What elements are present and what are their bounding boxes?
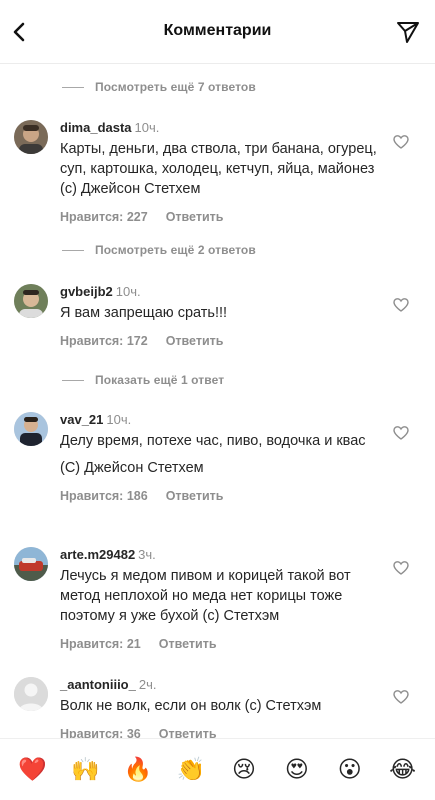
heart-icon[interactable] — [393, 425, 409, 441]
heart-icon[interactable] — [393, 560, 409, 576]
crying-face-emoji-icon[interactable]: 😢 — [224, 757, 264, 783]
timestamp: 10ч. — [115, 284, 141, 299]
fire-emoji-icon[interactable]: 🔥 — [118, 756, 158, 783]
avatar[interactable] — [14, 412, 48, 446]
timestamp: 3ч. — [138, 547, 156, 562]
comment-text: Я вам запрещаю срать!!! — [60, 305, 228, 321]
avatar[interactable] — [14, 547, 48, 581]
reply-button[interactable]: Ответить — [166, 210, 224, 224]
username[interactable]: vav_21 — [60, 412, 103, 427]
view-more-replies[interactable]: Посмотреть ещё 7 ответов — [62, 78, 256, 96]
divider — [62, 379, 84, 381]
username[interactable]: _aantoniiio_ — [60, 677, 136, 692]
avatar[interactable] — [14, 677, 48, 711]
timestamp: 10ч. — [106, 412, 132, 427]
likes-count[interactable]: Нравится: 172 — [60, 334, 148, 348]
avatar[interactable] — [14, 284, 48, 318]
direct-send-icon[interactable] — [395, 19, 421, 45]
emoji-reaction-bar: ❤️ 🙌 🔥 👏 😢 😍 😮 😂 — [0, 738, 435, 800]
page-title: Комментарии — [163, 22, 272, 39]
username[interactable]: dima_dasta — [60, 120, 132, 135]
header: Комментарии — [0, 0, 435, 64]
reply-button[interactable]: Ответить — [159, 637, 217, 651]
likes-count[interactable]: Нравится: 21 — [60, 637, 141, 651]
raising-hands-emoji-icon[interactable]: 🙌 — [65, 756, 105, 783]
tears-of-joy-emoji-icon[interactable]: 😂 — [383, 757, 423, 783]
comment-text: Делу время, потехе час, пиво, водочка и … — [60, 433, 366, 449]
divider — [62, 86, 84, 88]
view-more-replies[interactable]: Посмотреть ещё 2 ответов — [62, 241, 256, 259]
comment-text: Карты, деньги, два ствола, три банана, о… — [60, 141, 377, 197]
red-heart-emoji-icon[interactable]: ❤️ — [12, 756, 52, 783]
username[interactable]: gvbeijb2 — [60, 284, 113, 299]
username[interactable]: arte.m29482 — [60, 547, 135, 562]
heart-eyes-emoji-icon[interactable]: 😍 — [277, 757, 317, 783]
clapping-hands-emoji-icon[interactable]: 👏 — [171, 756, 211, 783]
reply-button[interactable]: Ответить — [166, 334, 224, 348]
likes-count[interactable]: Нравится: 186 — [60, 489, 148, 503]
view-more-replies[interactable]: Показать ещё 1 ответ — [62, 371, 224, 389]
heart-icon[interactable] — [393, 689, 409, 705]
avatar[interactable] — [14, 120, 48, 154]
likes-count[interactable]: Нравится: 227 — [60, 210, 148, 224]
comment-text: Лечусь я медом пивом и корицей такой вот… — [60, 568, 351, 624]
comment-text: Волк не волк, если он волк (с) Стетхэм — [60, 698, 322, 714]
timestamp: 2ч. — [138, 677, 157, 692]
timestamp: 10ч. — [134, 120, 160, 135]
comment-text-line: (С) Джейсон Стетхем — [60, 460, 204, 476]
reply-button[interactable]: Ответить — [166, 489, 224, 503]
heart-icon[interactable] — [393, 134, 409, 150]
heart-icon[interactable] — [393, 297, 409, 313]
divider — [62, 249, 84, 251]
surprised-face-emoji-icon[interactable]: 😮 — [330, 757, 370, 783]
